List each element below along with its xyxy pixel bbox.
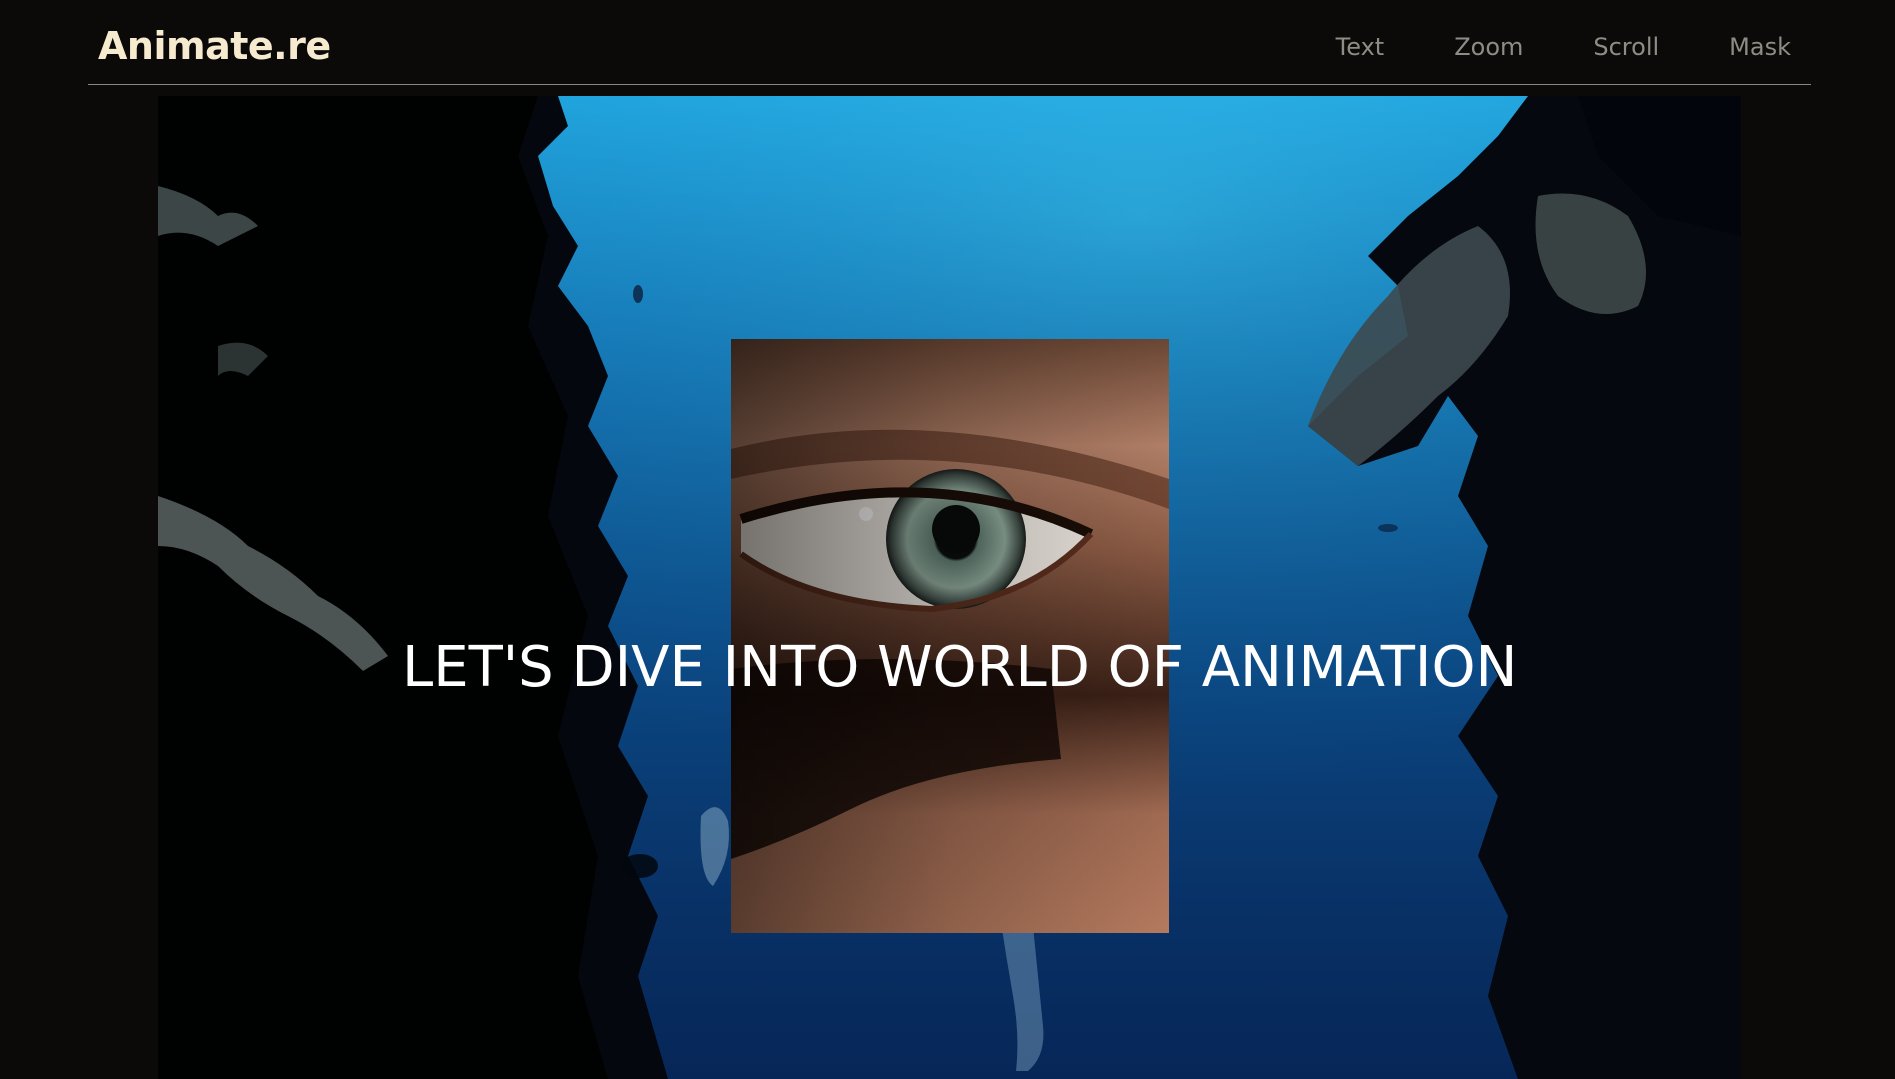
hero-section: LET'S DIVE INTO WORLD OF ANIMATION <box>158 96 1741 1079</box>
nav-link-mask[interactable]: Mask <box>1729 30 1791 64</box>
main-nav: Text Zoom Scroll Mask <box>1336 30 1791 64</box>
nav-link-text[interactable]: Text <box>1336 30 1385 64</box>
hero-headline: LET'S DIVE INTO WORLD OF ANIMATION <box>402 634 1518 700</box>
page: Animate.re Text Zoom Scroll Mask LET'S D… <box>0 0 1895 1079</box>
nav-link-zoom[interactable]: Zoom <box>1454 30 1523 64</box>
nav-link-scroll[interactable]: Scroll <box>1593 30 1659 64</box>
site-header: Animate.re Text Zoom Scroll Mask <box>88 0 1811 85</box>
logo[interactable]: Animate.re <box>98 22 331 70</box>
